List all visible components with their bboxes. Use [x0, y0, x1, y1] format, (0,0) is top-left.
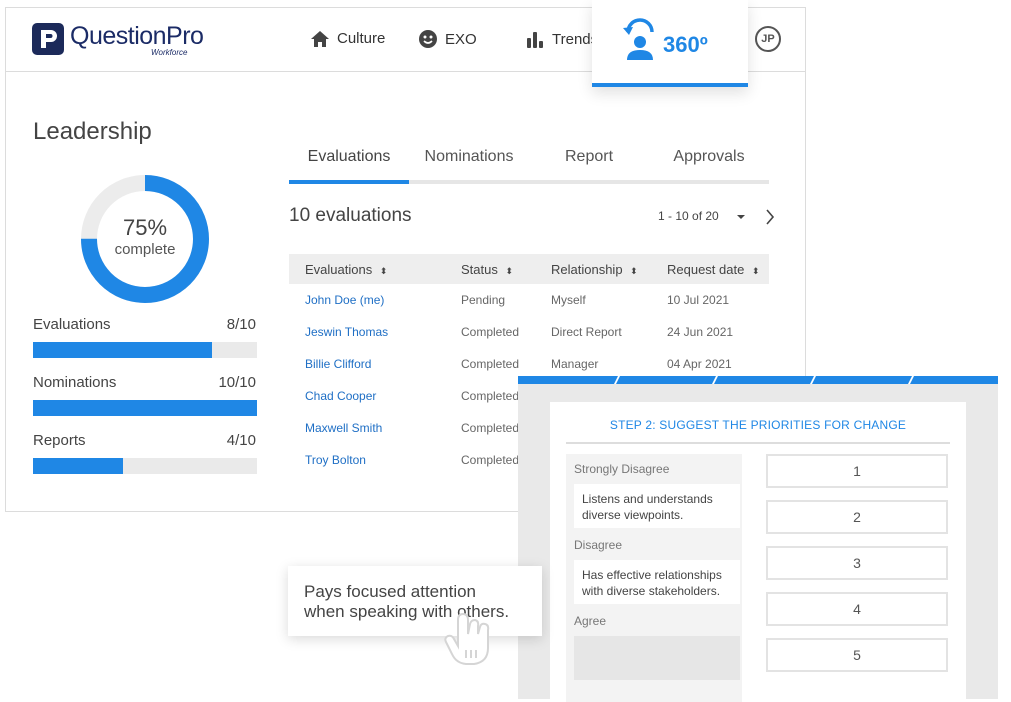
status-cell: Pending: [461, 293, 506, 307]
nav-label: Culture: [337, 30, 386, 47]
progress-fill: [33, 400, 257, 416]
metric-reports-value: 4/10: [226, 432, 256, 449]
relationship-cell: Myself: [551, 293, 586, 307]
metric-reports-label: Reports: [33, 432, 86, 449]
divider: [566, 442, 950, 444]
progress-label: complete: [114, 241, 176, 258]
empty-drop-slot[interactable]: [574, 636, 740, 680]
statement-line: Pays focused attention: [304, 582, 477, 601]
column-label: Status: [461, 262, 498, 277]
metric-nominations-label: Nominations: [33, 374, 117, 391]
section-title: Leadership: [33, 118, 152, 145]
date-cell: 04 Apr 2021: [667, 357, 732, 371]
column-header-relationship[interactable]: Relationship ⬍: [551, 262, 638, 277]
evaluator-link[interactable]: Troy Bolton: [305, 453, 366, 467]
nav-trends[interactable]: Trends: [526, 30, 598, 48]
tab-nominations[interactable]: Nominations: [409, 148, 529, 166]
tab-report[interactable]: Report: [529, 148, 649, 166]
table-header: Evaluations ⬍ Status ⬍ Relationship ⬍ Re…: [289, 254, 769, 284]
group-label-strongly-disagree: Strongly Disagree: [574, 462, 670, 476]
table-row: John Doe (me) Pending Myself 10 Jul 2021: [289, 284, 769, 316]
column-label: Request date: [667, 262, 745, 277]
date-cell: 10 Jul 2021: [667, 293, 730, 307]
rank-slot-5[interactable]: 5: [766, 638, 948, 672]
sort-icon: ⬍: [751, 266, 760, 276]
bar-chart-icon: [527, 32, 543, 48]
sort-icon: ⬍: [379, 266, 388, 276]
nav-exo[interactable]: EXO: [419, 30, 477, 48]
grab-cursor-icon: [444, 612, 490, 665]
evaluator-link[interactable]: Billie Clifford: [305, 357, 371, 371]
progress-fill: [33, 342, 213, 358]
tab-bar: Evaluations Nominations Report Approvals: [289, 148, 769, 184]
evaluator-link[interactable]: John Doe (me): [305, 293, 384, 307]
step-title: STEP 2: SUGGEST THE PRIORITIES FOR CHANG…: [609, 418, 907, 432]
pagination-range: 1 - 10 of 20: [658, 209, 719, 224]
survey-step-card: STEP 2: SUGGEST THE PRIORITIES FOR CHANG…: [550, 402, 966, 702]
evaluator-link[interactable]: Jeswin Thomas: [305, 325, 388, 339]
status-cell: Completed: [461, 325, 520, 339]
dragged-statement-card[interactable]: Pays focused attention when speaking wit…: [288, 566, 542, 636]
relationship-cell: Manager: [551, 357, 599, 371]
pagination: 1 - 10 of 20: [658, 209, 775, 225]
tab-approvals[interactable]: Approvals: [649, 148, 769, 166]
chevron-right-icon[interactable]: [765, 209, 775, 225]
nav-360-tab[interactable]: 360º: [592, 0, 748, 87]
rank-slot-2[interactable]: 2: [766, 500, 948, 534]
status-cell: Completed: [461, 453, 520, 467]
tab-evaluations[interactable]: Evaluations: [289, 148, 409, 166]
group-label-disagree: Disagree: [574, 538, 623, 552]
date-cell: 24 Jun 2021: [667, 325, 734, 339]
column-header-status[interactable]: Status ⬍: [461, 262, 513, 277]
sort-icon: ⬍: [505, 266, 514, 276]
user-avatar[interactable]: JP: [755, 26, 781, 52]
active-tab-indicator: [289, 180, 409, 184]
metric-nominations-value: 10/10: [218, 374, 256, 391]
column-header-request-date[interactable]: Request date ⬍: [667, 262, 760, 277]
relationship-cell: Direct Report: [551, 325, 622, 339]
panel-top-stripe: [518, 376, 998, 384]
status-cell: Completed: [461, 357, 520, 371]
nav-360-label: 360º: [663, 32, 708, 57]
metric-evaluations-label: Evaluations: [33, 316, 111, 333]
logo-icon: [32, 23, 64, 55]
nav-culture[interactable]: Culture: [311, 30, 385, 47]
group-label-agree: Agree: [574, 614, 607, 628]
smiley-icon: [419, 30, 437, 48]
status-cell: Completed: [461, 389, 520, 403]
sort-icon: ⬍: [630, 266, 638, 276]
column-header-evaluations[interactable]: Evaluations ⬍: [305, 262, 387, 277]
nominations-progress-bar: [33, 400, 257, 416]
brand-subtitle: Workforce: [151, 48, 188, 57]
progress-fill: [33, 458, 123, 474]
progress-donut: 75% complete: [81, 175, 209, 303]
table-row: Jeswin Thomas Completed Direct Report 24…: [289, 316, 769, 348]
home-icon: [311, 30, 329, 47]
progress-percent: 75%: [122, 215, 168, 240]
survey-panel: STEP 2: SUGGEST THE PRIORITIES FOR CHANG…: [518, 376, 998, 702]
nav-label: EXO: [445, 30, 477, 48]
statement-card[interactable]: Listens and understands diverse viewpoin…: [574, 484, 740, 528]
user-rotate-icon: [623, 18, 654, 60]
evaluator-link[interactable]: Chad Cooper: [305, 389, 376, 403]
statement-card[interactable]: Has effective relationships with diverse…: [574, 560, 740, 604]
rank-slot-1[interactable]: 1: [766, 454, 948, 488]
rank-slot-3[interactable]: 3: [766, 546, 948, 580]
evaluator-link[interactable]: Maxwell Smith: [305, 421, 382, 435]
reports-progress-bar: [33, 458, 257, 474]
rank-slot-4[interactable]: 4: [766, 592, 948, 626]
evaluations-count: 10 evaluations: [289, 205, 412, 226]
metric-evaluations-value: 8/10: [226, 316, 256, 333]
evaluations-progress-bar: [33, 342, 257, 358]
statement-groups: Strongly Disagree Listens and understand…: [566, 454, 742, 702]
brand-name: QuestionPro: [70, 22, 204, 50]
column-label: Relationship: [551, 262, 623, 277]
column-label: Evaluations: [305, 262, 373, 277]
status-cell: Completed: [461, 421, 520, 435]
caret-down-icon[interactable]: [736, 214, 746, 220]
